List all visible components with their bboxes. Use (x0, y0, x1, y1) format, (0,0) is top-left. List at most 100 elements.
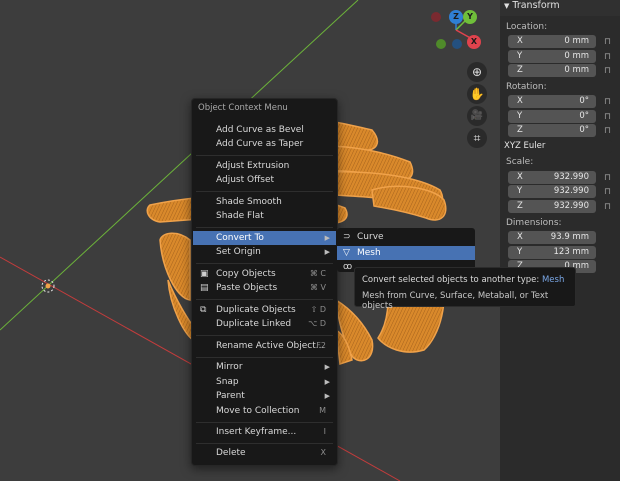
rotation-mode-select[interactable]: XYZ Euler (500, 140, 612, 153)
rotation-y-field[interactable]: Y 0° (508, 110, 596, 123)
tooltip-line-1: Convert selected objects to another type… (362, 275, 564, 285)
gizmo-x-positive[interactable]: X (467, 35, 481, 49)
menu-item-label: Add Curve as Taper (216, 139, 304, 149)
menu-item-add-curve-as-bevel[interactable]: Add Curve as Bevel (193, 123, 336, 137)
submenu-item-mesh[interactable]: ▽ Mesh (337, 246, 475, 260)
chevron-down-icon: ▼ (504, 2, 510, 10)
gizmo-y-negative[interactable] (436, 39, 446, 49)
menu-title: Object Context Menu (198, 103, 288, 113)
axis-label: Y (517, 186, 523, 196)
menu-item-label: Parent (216, 391, 245, 401)
menu-item-set-origin[interactable]: Set Origin ▶ (193, 245, 336, 259)
tooltip-line-2: Mesh from Curve, Surface, Metaball, or T… (362, 291, 549, 311)
axis-label: Z (517, 201, 523, 211)
menu-item-label: Delete (216, 448, 246, 458)
lock-icon[interactable]: ⊓ (604, 97, 614, 107)
tooltip-description: Convert selected objects to another type… (362, 275, 540, 285)
menu-item-parent[interactable]: Parent ▶ (193, 389, 336, 403)
menu-separator (196, 422, 333, 423)
convert-tooltip: Convert selected objects to another type… (354, 267, 576, 311)
axis-label: X (517, 36, 523, 46)
menu-item-shade-smooth[interactable]: Shade Smooth (193, 195, 336, 209)
field-value: 0 mm (564, 51, 589, 61)
menu-item-delete[interactable]: Delete X (193, 446, 336, 460)
menu-item-label: Paste Objects (216, 283, 278, 293)
gizmo-y-label: Y (467, 12, 473, 21)
axis-label: Y (517, 247, 523, 257)
lock-icon[interactable]: ⊓ (604, 112, 614, 122)
menu-item-label: Rename Active Object... (216, 341, 325, 351)
lock-icon[interactable]: ⊓ (604, 202, 614, 212)
menu-item-label: Convert To (216, 233, 264, 243)
rotation-x-field[interactable]: X 0° (508, 95, 596, 108)
zoom-icon[interactable]: ⊕ (467, 62, 487, 82)
scale-z-field[interactable]: Z 932.990 (508, 200, 596, 213)
submenu-arrow-icon: ▶ (324, 234, 330, 242)
field-value: 123 mm (553, 247, 590, 257)
submenu-arrow-icon: ▶ (324, 363, 330, 371)
submenu-arrow-icon: ▶ (324, 248, 330, 256)
convert-to-submenu: ⊃ Curve ▽ Mesh ꝏ (337, 228, 475, 272)
menu-item-label: Move to Collection (216, 406, 300, 416)
menu-item-snap[interactable]: Snap ▶ (193, 375, 336, 389)
location-z-field[interactable]: Z 0 mm (508, 64, 596, 77)
menu-item-convert-to[interactable]: Convert To ▶ (193, 231, 336, 245)
menu-item-paste-objects[interactable]: ▤ Paste Objects ⌘ V (193, 281, 336, 295)
location-y-field[interactable]: Y 0 mm (508, 50, 596, 63)
rotation-mode-value: XYZ Euler (504, 141, 546, 151)
menu-shortcut: X (320, 448, 326, 457)
menu-item-duplicate-linked[interactable]: Duplicate Linked ⌥ D (193, 317, 336, 331)
menu-item-shade-flat[interactable]: Shade Flat (193, 209, 336, 223)
menu-item-adjust-extrusion[interactable]: Adjust Extrusion (193, 159, 336, 173)
lock-icon[interactable]: ⊓ (604, 126, 614, 136)
gizmo-z-label: Z (453, 12, 459, 21)
location-x-field[interactable]: X 0 mm (508, 35, 596, 48)
lock-icon[interactable]: ⊓ (604, 52, 614, 62)
axis-label: X (517, 232, 523, 242)
scale-x-field[interactable]: X 932.990 (508, 171, 596, 184)
menu-separator (196, 357, 333, 358)
menu-shortcut: I (323, 427, 326, 436)
field-value: 932.990 (553, 201, 589, 211)
field-value: 0° (579, 111, 589, 121)
field-value: 932.990 (553, 186, 589, 196)
menu-item-copy-objects[interactable]: ▣ Copy Objects ⌘ C (193, 267, 336, 281)
dimensions-x-field[interactable]: X 93.9 mm (508, 231, 596, 244)
transform-panel-header[interactable]: ▼ Transform (500, 0, 620, 16)
submenu-arrow-icon: ▶ (324, 378, 330, 386)
submenu-item-curve[interactable]: ⊃ Curve (337, 230, 475, 244)
hand-pan-icon[interactable]: ✋ (467, 84, 487, 104)
menu-item-label: Duplicate Linked (216, 319, 292, 329)
menu-item-insert-keyframe[interactable]: Insert Keyframe... I (193, 425, 336, 439)
gizmo-x-label: X (470, 37, 478, 46)
lock-icon[interactable]: ⊓ (604, 173, 614, 183)
gizmo-y-positive[interactable]: Y (463, 10, 477, 24)
menu-item-label: Set Origin (216, 247, 261, 257)
paste-icon: ▤ (200, 283, 209, 293)
gizmo-z-positive[interactable]: Z (449, 10, 463, 24)
menu-item-duplicate-objects[interactable]: ⧉ Duplicate Objects ⇧ D (193, 303, 336, 317)
menu-shortcut: F2 (316, 341, 326, 350)
menu-item-adjust-offset[interactable]: Adjust Offset (193, 173, 336, 187)
grid-perspective-icon[interactable]: ⌗ (467, 128, 487, 148)
lock-icon[interactable]: ⊓ (604, 37, 614, 47)
copy-icon: ▣ (200, 269, 209, 279)
menu-item-mirror[interactable]: Mirror ▶ (193, 360, 336, 374)
scale-y-field[interactable]: Y 932.990 (508, 185, 596, 198)
menu-item-rename-active-object[interactable]: Rename Active Object... F2 (193, 339, 336, 353)
menu-item-label: Insert Keyframe... (216, 427, 297, 437)
rotation-z-field[interactable]: Z 0° (508, 124, 596, 137)
menu-separator (196, 155, 333, 156)
menu-item-label: Shade Flat (216, 211, 264, 221)
curve-icon: ⊃ (343, 232, 351, 242)
menu-item-add-curve-as-taper[interactable]: Add Curve as Taper (193, 137, 336, 151)
menu-item-label: Adjust Offset (216, 175, 275, 185)
camera-icon[interactable]: 🎥 (467, 106, 487, 126)
lock-icon[interactable]: ⊓ (604, 66, 614, 76)
gizmo-x-negative[interactable] (431, 12, 441, 22)
menu-item-move-to-collection[interactable]: Move to Collection M (193, 404, 336, 418)
dimensions-y-field[interactable]: Y 123 mm (508, 246, 596, 259)
gizmo-z-negative[interactable] (452, 39, 462, 49)
lock-icon[interactable]: ⊓ (604, 187, 614, 197)
submenu-arrow-icon: ▶ (324, 392, 330, 400)
